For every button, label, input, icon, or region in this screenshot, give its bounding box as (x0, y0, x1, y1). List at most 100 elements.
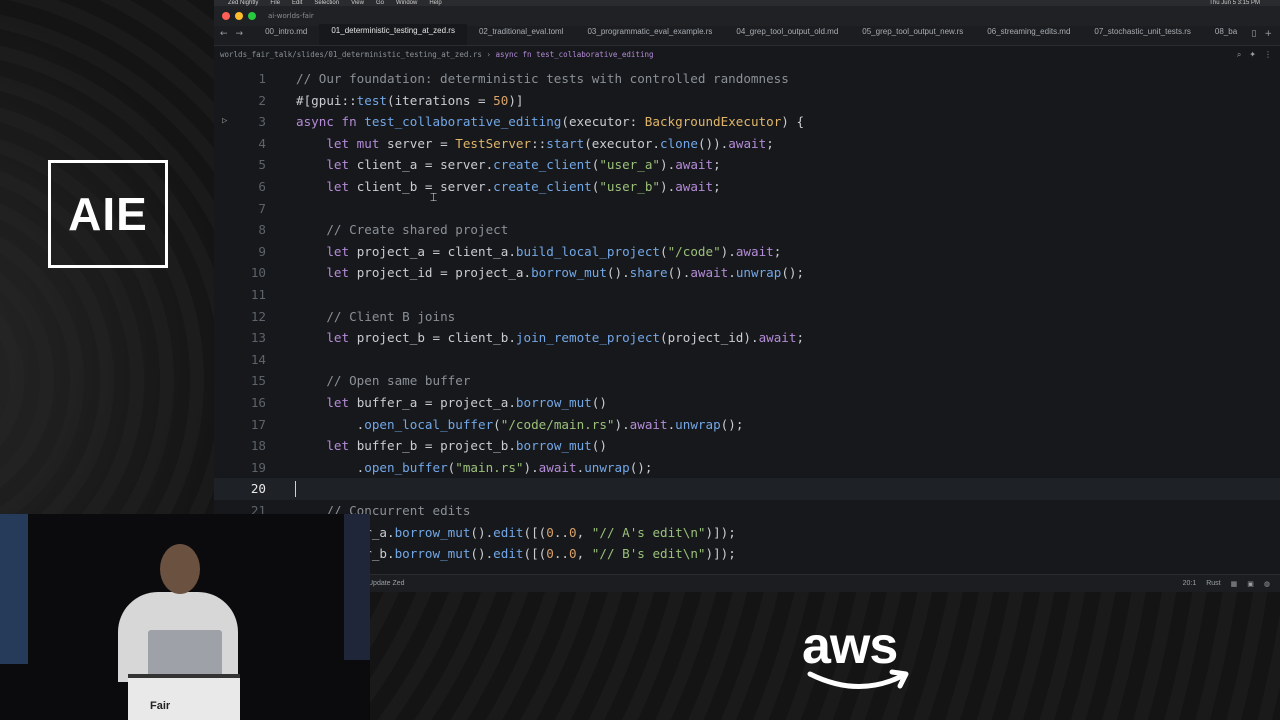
code-line[interactable]: 18 let buffer_b = project_b.borrow_mut() (214, 435, 1280, 457)
language-selector[interactable]: Rust (1206, 580, 1220, 588)
tab-00-intro[interactable]: 00_intro.md (253, 25, 319, 45)
menu-dots-icon[interactable]: ⋮ (1264, 50, 1272, 60)
plus-icon[interactable]: + (1264, 29, 1272, 39)
tab-03-programmatic-eval[interactable]: 03_programmatic_eval_example.rs (575, 25, 724, 45)
code-token: (); (629, 459, 653, 475)
terminal-icon[interactable]: ▣ (1247, 580, 1254, 588)
code-line[interactable]: 4 let mut server = TestServer::start(exe… (214, 133, 1280, 155)
code-line[interactable]: 22 buffer_a.borrow_mut().edit([(0..0, "/… (214, 522, 1280, 544)
code-line[interactable]: 20 (214, 478, 1280, 500)
tab-01-deterministic-testing[interactable]: 01_deterministic_testing_at_zed.rs (319, 24, 467, 45)
code-line[interactable]: 9 let project_a = client_a.build_local_p… (214, 241, 1280, 263)
magic-icon[interactable]: ✦ (1249, 50, 1256, 60)
code-line[interactable]: 16 let buffer_a = project_a.borrow_mut() (214, 392, 1280, 414)
code-line[interactable]: 6 let client_b = server.create_client("u… (214, 176, 1280, 198)
code-token: "main.rs" (455, 459, 524, 475)
line-number: 13 (250, 330, 266, 346)
zoom-window-button[interactable] (248, 12, 256, 20)
code-line[interactable]: ▷ 3 async fn test_collaborative_editing(ex… (214, 111, 1280, 133)
code-line[interactable]: 1 // Our foundation: deterministic tests … (214, 68, 1280, 90)
code-token: clone (660, 135, 698, 151)
code-token: .. (553, 524, 570, 540)
code-line[interactable]: 5 let client_a = server.create_client("u… (214, 154, 1280, 176)
tab-07-stochastic-unit-tests[interactable]: 07_stochastic_unit_tests.rs (1082, 25, 1203, 45)
code-text[interactable]: let project_id = project_a.borrow_mut().… (296, 262, 804, 284)
minimize-window-button[interactable] (235, 12, 243, 20)
code-text[interactable]: let buffer_a = project_a.borrow_mut() (296, 392, 607, 414)
code-line[interactable]: 12 // Client B joins (214, 306, 1280, 328)
code-line[interactable]: 15 // Open same buffer (214, 370, 1280, 392)
background-screen (0, 514, 28, 664)
code-text[interactable]: // Our foundation: deterministic tests w… (296, 68, 789, 90)
tab-02-traditional-eval[interactable]: 02_traditional_eval.toml (467, 25, 576, 45)
code-text[interactable]: // Client B joins (296, 306, 455, 328)
code-line[interactable]: 11 (214, 284, 1280, 306)
code-text[interactable]: let mut server = TestServer::start(execu… (296, 133, 773, 155)
presenter-video: Fair (0, 514, 370, 720)
code-line[interactable]: 7 (214, 198, 1280, 220)
code-token: create_client (493, 157, 592, 173)
cursor-position[interactable]: 20:1 (1183, 580, 1197, 588)
breadcrumb-path[interactable]: worlds_fair_talk/slides/01_deterministic… (220, 50, 482, 59)
code-token: (executor: (561, 114, 645, 130)
tab-05-grep-tool-new[interactable]: 05_grep_tool_output_new.rs (850, 25, 975, 45)
code-line[interactable]: 21 // Concurrent edits (214, 500, 1280, 522)
code-editor[interactable]: 1 // Our foundation: deterministic tests … (214, 68, 1280, 574)
code-text[interactable]: let buffer_b = project_b.borrow_mut() (296, 435, 607, 457)
code-token: , (576, 524, 592, 540)
code-token: let (326, 243, 357, 259)
breadcrumb-symbol[interactable]: async fn test_collaborative_editing (495, 50, 653, 59)
code-text[interactable]: async fn test_collaborative_editing(exec… (296, 111, 804, 133)
tab-06-streaming-edits[interactable]: 06_streaming_edits.md (975, 25, 1082, 45)
line-number: 7 (258, 200, 266, 216)
search-icon[interactable]: ⌕ (1237, 50, 1241, 60)
code-line[interactable]: 19 .open_buffer("main.rs").await.unwrap(… (214, 457, 1280, 479)
code-text[interactable]: let project_b = client_b.join_remote_pro… (296, 327, 804, 349)
tab-08-partial[interactable]: 08_ba (1203, 25, 1249, 45)
aie-logo: AIE (48, 160, 168, 268)
code-text[interactable]: #[gpui::test(iterations = 50)] (296, 90, 524, 112)
code-token: BackgroundExecutor (644, 114, 782, 130)
code-line[interactable]: 14 (214, 349, 1280, 371)
code-text[interactable]: .open_local_buffer("/code/main.rs").awai… (296, 414, 744, 436)
code-text[interactable]: let project_a = client_a.build_local_pro… (296, 241, 781, 263)
code-token: // Our foundation: deterministic tests w… (296, 71, 789, 86)
code-token: ; (796, 330, 805, 346)
breadcrumb[interactable]: worlds_fair_talk/slides/01_deterministic… (220, 50, 654, 62)
code-token: await (735, 243, 774, 259)
split-pane-icon[interactable]: ▯ (1252, 29, 1257, 39)
code-text[interactable]: // Create shared project (296, 219, 508, 241)
code-token: create_client (493, 179, 592, 194)
code-token: 0 (546, 546, 554, 562)
project-name[interactable]: ai-worlds-fair (268, 12, 314, 20)
code-token: ). (720, 243, 736, 259)
back-arrow-icon[interactable]: ← (220, 29, 228, 39)
line-number: 2 (258, 92, 266, 108)
code-token: await (538, 459, 577, 475)
forward-arrow-icon[interactable]: → (236, 29, 244, 39)
code-text[interactable]: .open_buffer("main.rs").await.unwrap(); (296, 457, 653, 479)
code-token: )]); (705, 524, 736, 540)
code-text[interactable]: // Open same buffer (296, 370, 470, 392)
tab-04-grep-tool-old[interactable]: 04_grep_tool_output_old.md (724, 25, 850, 45)
text-cursor-icon: ⌶ (430, 190, 438, 204)
code-token: ). (660, 179, 676, 194)
close-window-button[interactable] (222, 12, 230, 20)
code-text[interactable]: let client_b = server.create_client("use… (296, 176, 720, 198)
editor-window: Zed Nightly File Edit Selection View Go … (214, 0, 1280, 592)
code-line[interactable]: 10 let project_id = project_a.borrow_mut… (214, 262, 1280, 284)
code-line[interactable]: 23 buffer_b.borrow_mut().edit([(0..0, "/… (214, 543, 1280, 565)
feedback-icon[interactable]: ▦ (1231, 580, 1238, 588)
update-zed-link[interactable]: Update Zed (368, 580, 405, 587)
code-line[interactable]: 8 // Create shared project (214, 219, 1280, 241)
line-number: 4 (258, 135, 266, 151)
code-token: unwrap (675, 416, 721, 432)
code-text[interactable]: let client_a = server.create_client("use… (296, 154, 720, 176)
code-line[interactable]: 17 .open_local_buffer("/code/main.rs").a… (214, 414, 1280, 436)
code-line[interactable]: 2 #[gpui::test(iterations = 50)] (214, 90, 1280, 112)
code-token: . (296, 459, 365, 475)
code-line[interactable]: 13 let project_b = client_b.join_remote_… (214, 327, 1280, 349)
line-number: 6 (258, 179, 266, 194)
assistant-icon[interactable]: ◍ (1264, 580, 1270, 588)
line-number: 20 (250, 481, 266, 497)
